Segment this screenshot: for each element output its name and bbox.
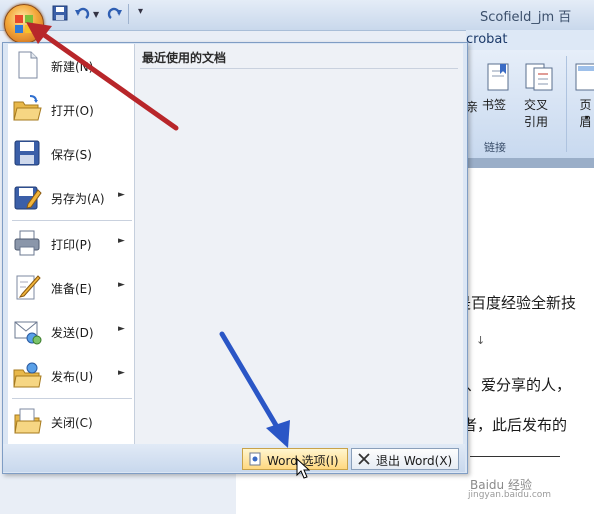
office-button[interactable] <box>4 4 44 44</box>
undo-dropdown-icon[interactable]: ▼ <box>93 10 99 19</box>
submenu-arrow-icon: ► <box>118 368 125 378</box>
paragraph-mark: ↓ <box>476 334 486 347</box>
cross-reference-label-1: 交叉 <box>524 98 549 112</box>
menu-item-open[interactable]: 打开(O) <box>8 90 134 130</box>
document-line-4: 者，此后发布的 <box>462 416 568 434</box>
ribbon-separator <box>566 56 567 152</box>
close-icon <box>358 453 370 465</box>
save-icon <box>14 140 40 166</box>
office-logo-icon <box>15 15 33 33</box>
qa-divider <box>128 4 129 24</box>
bookmark-icon[interactable] <box>484 62 512 92</box>
window-title: Scofield_jm 百 <box>480 10 572 25</box>
submenu-arrow-icon: ► <box>118 280 125 290</box>
exit-word-button[interactable]: 退出 Word(X) <box>351 448 459 470</box>
word-options-button[interactable]: Word 选项(I) <box>242 448 348 470</box>
ribbon-tab-label: crobat <box>466 32 508 47</box>
page-header-dropdown-icon[interactable]: ▾ <box>585 113 589 122</box>
submenu-arrow-icon: ► <box>118 324 125 334</box>
page-header-icon[interactable] <box>574 62 594 92</box>
menu-separator <box>12 398 132 399</box>
bookmark-label: 书签 <box>482 98 507 112</box>
menu-item-save[interactable]: 保存(S) <box>8 134 134 174</box>
menu-item-label: 准备(E) <box>51 282 92 296</box>
menu-item-publish[interactable]: 发布(U) ► <box>8 356 134 396</box>
printer-icon <box>14 230 40 256</box>
menu-item-label: 打印(P) <box>51 238 92 252</box>
send-icon <box>14 321 42 345</box>
menu-item-close[interactable]: 关闭(C) <box>8 402 134 442</box>
options-icon <box>249 452 261 466</box>
menu-item-label: 保存(S) <box>51 148 92 162</box>
open-folder-icon <box>13 95 42 121</box>
mouse-cursor-icon <box>296 458 310 479</box>
customize-icon[interactable]: ▾ <box>138 6 143 17</box>
document-line-3: 、爱分享的人， <box>466 376 572 394</box>
save-as-icon <box>14 186 42 210</box>
recent-documents-divider <box>140 68 458 69</box>
menu-item-label: 另存为(A) <box>51 192 105 206</box>
publish-icon <box>13 362 42 388</box>
menu-item-save-as[interactable]: 另存为(A) ► <box>8 178 134 218</box>
menu-item-label: 关闭(C) <box>51 416 93 430</box>
submenu-arrow-icon: ► <box>118 236 125 246</box>
new-document-icon <box>18 51 38 79</box>
cross-reference-label-2: 引用 <box>524 115 549 129</box>
menu-separator <box>12 220 132 221</box>
menu-item-label: 发送(D) <box>51 326 94 340</box>
menu-item-label: 打开(O) <box>51 104 94 118</box>
menu-item-prepare[interactable]: 准备(E) ► <box>8 268 134 308</box>
document-rule <box>470 456 560 457</box>
menu-item-print[interactable]: 打印(P) ► <box>8 224 134 264</box>
submenu-arrow-icon: ► <box>118 190 125 200</box>
links-group-label: 链接 <box>484 141 506 154</box>
menu-item-send[interactable]: 发送(D) ► <box>8 312 134 352</box>
close-folder-icon <box>14 408 42 434</box>
menu-item-new[interactable]: 新建(N) <box>8 46 134 86</box>
recent-documents-title: 最近使用的文档 <box>142 51 227 65</box>
redo-icon[interactable] <box>106 5 124 23</box>
exit-word-label: 退出 Word(X) <box>376 454 453 468</box>
save-icon[interactable] <box>52 5 70 23</box>
document-line-1: 是百度经验全新技 <box>456 294 577 312</box>
undo-icon[interactable] <box>74 5 92 23</box>
menu-item-label: 新建(N) <box>51 60 94 74</box>
recent-documents-panel <box>134 44 463 444</box>
cross-reference-icon[interactable] <box>524 62 554 92</box>
watermark-url: jingyan.baidu.com <box>468 490 552 500</box>
menu-item-label: 发布(U) <box>51 370 94 384</box>
prepare-icon <box>16 275 41 300</box>
